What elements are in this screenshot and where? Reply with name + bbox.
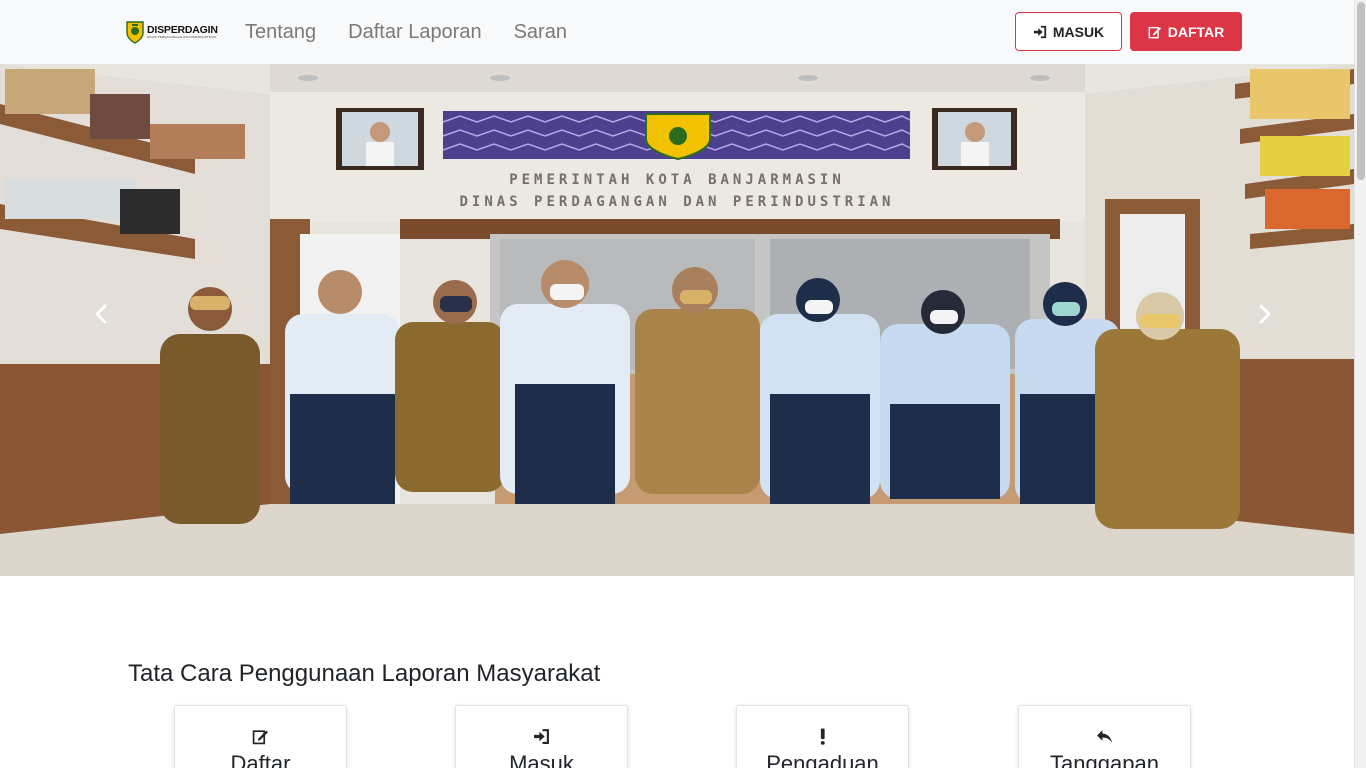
navbar: DISPERDAGIN DINAS PERDAGANGAN DAN PERIND… [0, 0, 1354, 64]
edit-icon [1148, 26, 1161, 38]
reply-icon [1097, 730, 1112, 743]
step-card-daftar: Daftar [174, 705, 347, 768]
masuk-label: MASUK [1052, 23, 1105, 40]
carousel-sign-line2: DINAS PERDAGANGAN DAN PERINDUSTRIAN [459, 194, 895, 210]
step-card-pengaduan: Pengaduan [736, 705, 909, 768]
sign-in-icon [1033, 25, 1046, 38]
edit-icon [252, 730, 268, 745]
step-label: Pengaduan [766, 751, 879, 768]
masuk-button[interactable]: MASUK [1015, 12, 1122, 51]
hero-carousel: PEMERINTAH KOTA BANJARMASIN DINAS PERDAG… [0, 64, 1354, 576]
step-label: Daftar [230, 751, 291, 768]
carousel-next-control[interactable] [1244, 294, 1284, 334]
daftar-button[interactable]: DAFTAR [1130, 12, 1242, 51]
page: DISPERDAGIN DINAS PERDAGANGAN DAN PERIND… [0, 0, 1354, 768]
step-card-masuk: Masuk [455, 705, 628, 768]
scrollbar-thumb[interactable] [1357, 2, 1365, 180]
brand-subtitle: DINAS PERDAGANGAN DAN PERINDUSTRIAN [147, 35, 217, 40]
step-label: Masuk [509, 751, 574, 768]
carousel-prev-control[interactable] [82, 294, 122, 334]
exclamation-icon [820, 728, 825, 745]
carousel-sign-line1: PEMERINTAH KOTA BANJARMASIN [509, 172, 845, 188]
brand-name: DISPERDAGIN [147, 23, 218, 36]
steps-title: Tata Cara Penggunaan Laporan Masyarakat [128, 660, 601, 687]
daftar-label: DAFTAR [1167, 23, 1225, 40]
chevron-right-icon [1259, 304, 1271, 324]
brand-logo-link[interactable]: DISPERDAGIN DINAS PERDAGANGAN DAN PERIND… [126, 19, 218, 45]
chevron-left-icon [95, 304, 107, 324]
step-card-tanggapan: Tanggapan [1018, 705, 1191, 768]
carousel-slide-image [0, 64, 1354, 576]
step-label: Tanggapan [1050, 751, 1159, 768]
city-shield-logo [126, 21, 144, 44]
sign-in-icon [534, 729, 549, 744]
nav-link-saran[interactable]: Saran [498, 21, 583, 44]
nav-link-tentang[interactable]: Tentang [229, 21, 332, 44]
nav-link-daftar-laporan[interactable]: Daftar Laporan [332, 21, 497, 44]
page-scrollbar[interactable] [1354, 0, 1366, 768]
nav-links: Tentang Daftar Laporan Saran [229, 0, 583, 64]
